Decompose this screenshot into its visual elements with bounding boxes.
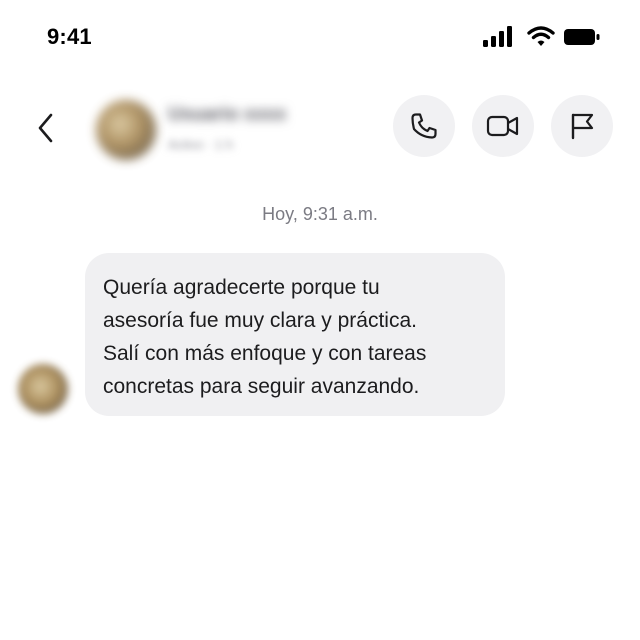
- message-timestamp: Hoy, 9:31 a.m.: [262, 204, 378, 224]
- flag-icon: [571, 113, 594, 140]
- call-button[interactable]: [393, 95, 455, 157]
- message-text-line: Quería agradecerte porque tu: [103, 276, 380, 299]
- status-icons: [483, 26, 601, 48]
- message-text-line: concretas para seguir avanzando.: [103, 375, 420, 398]
- battery-icon: [564, 29, 600, 45]
- signal-icon: [483, 26, 512, 47]
- video-button[interactable]: [472, 95, 534, 157]
- message-bubble[interactable]: Quería agradecerte porque tu asesoría fu…: [85, 253, 505, 416]
- back-button[interactable]: [28, 106, 64, 150]
- status-time: 9:41: [47, 24, 92, 49]
- message-text-line: Salí con más enfoque y con tareas: [103, 342, 427, 365]
- sender-avatar[interactable]: [18, 364, 68, 414]
- chat-screen: 9:41 Usuario xxxx Activo · 1 h Hoy, 9:31…: [0, 0, 640, 640]
- chevron-left-icon: [38, 113, 53, 143]
- contact-name[interactable]: Usuario xxxx: [168, 104, 286, 126]
- wifi-icon: [527, 26, 555, 46]
- contact-subtitle: Activo · 1 h: [168, 137, 234, 152]
- message-text-line: asesoría fue muy clara y práctica.: [103, 309, 417, 332]
- report-button[interactable]: [551, 95, 613, 157]
- video-camera-icon: [486, 115, 519, 137]
- phone-icon: [411, 113, 437, 139]
- contact-avatar[interactable]: [96, 100, 156, 160]
